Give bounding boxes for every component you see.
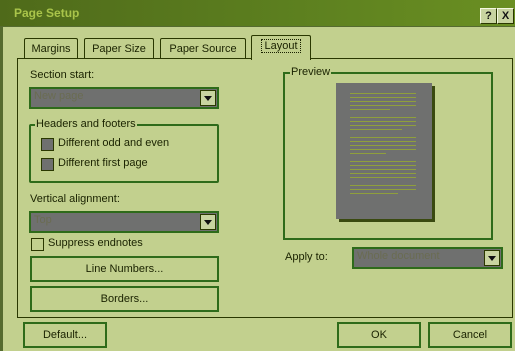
- preview-text-line: [350, 105, 416, 106]
- default-button[interactable]: Default...: [23, 322, 107, 348]
- tab-paper-size-label: Paper Size: [92, 43, 146, 55]
- preview-text-line: [350, 137, 416, 138]
- chevron-down-icon: [204, 96, 212, 101]
- preview-text-line: [350, 141, 416, 142]
- preview-text-line: [350, 93, 416, 94]
- preview-text-line: [350, 97, 416, 98]
- tab-layout-label: Layout: [261, 39, 301, 53]
- preview-text-line: [350, 153, 386, 154]
- preview-text-line: [350, 149, 416, 150]
- odd-even-checkbox[interactable]: [41, 138, 54, 151]
- suppress-endnotes-checkbox[interactable]: [31, 238, 44, 251]
- section-start-label: Section start:: [30, 69, 95, 81]
- preview-text-line: [350, 101, 416, 102]
- preview-page: [336, 83, 432, 219]
- preview-text-line: [350, 161, 416, 162]
- odd-even-label: Different odd and even: [58, 137, 170, 149]
- vertical-alignment-select[interactable]: Top: [29, 211, 219, 233]
- tab-layout[interactable]: Layout: [251, 35, 311, 60]
- preview-text-line: [350, 193, 398, 194]
- preview-text-line: [350, 173, 416, 174]
- vertical-alignment-dropdown-button[interactable]: [200, 214, 216, 230]
- preview-text-line: [350, 177, 416, 178]
- headers-footers-group: [29, 124, 219, 183]
- preview-title: Preview: [290, 66, 332, 78]
- preview-text-line: [350, 165, 416, 166]
- preview-text-line: [350, 145, 416, 146]
- preview-text-line: [350, 125, 416, 126]
- preview-text-line: [350, 169, 416, 170]
- cancel-button[interactable]: Cancel: [428, 322, 512, 348]
- apply-to-label: Apply to:: [285, 251, 328, 263]
- suppress-endnotes-label: Suppress endnotes: [48, 237, 143, 249]
- tab-paper-source-label: Paper Source: [169, 43, 237, 55]
- close-button[interactable]: X: [497, 8, 514, 24]
- apply-to-value: Whole document: [357, 250, 440, 262]
- preview-text-line: [350, 109, 390, 110]
- first-page-checkbox[interactable]: [41, 158, 54, 171]
- preview-text-line: [350, 121, 416, 122]
- ok-button[interactable]: OK: [337, 322, 421, 348]
- window-title: Page Setup: [14, 6, 80, 20]
- help-button[interactable]: ?: [480, 8, 497, 24]
- preview-text-line: [350, 117, 416, 118]
- apply-to-select[interactable]: Whole document: [352, 247, 503, 269]
- section-start-dropdown-button[interactable]: [200, 90, 216, 106]
- title-bar: Page Setup ? X: [0, 0, 515, 26]
- preview-text-line: [350, 185, 416, 186]
- headers-footers-title: Headers and footers: [35, 118, 137, 130]
- tab-margins[interactable]: Margins: [24, 38, 78, 59]
- tab-paper-source[interactable]: Paper Source: [160, 38, 246, 59]
- section-start-value: New page: [34, 90, 84, 102]
- vertical-alignment-value: Top: [34, 214, 52, 226]
- chevron-down-icon: [204, 220, 212, 225]
- apply-to-dropdown-button[interactable]: [484, 250, 500, 266]
- first-page-label: Different first page: [58, 157, 148, 169]
- vertical-alignment-label: Vertical alignment:: [30, 193, 120, 205]
- section-start-select[interactable]: New page: [29, 87, 219, 109]
- borders-button[interactable]: Borders...: [30, 286, 219, 312]
- tab-paper-size[interactable]: Paper Size: [84, 38, 154, 59]
- line-numbers-button[interactable]: Line Numbers...: [30, 256, 219, 282]
- tab-margins-label: Margins: [31, 43, 71, 55]
- chevron-down-icon: [488, 256, 496, 261]
- preview-text-line: [350, 189, 416, 190]
- preview-text-line: [350, 129, 402, 130]
